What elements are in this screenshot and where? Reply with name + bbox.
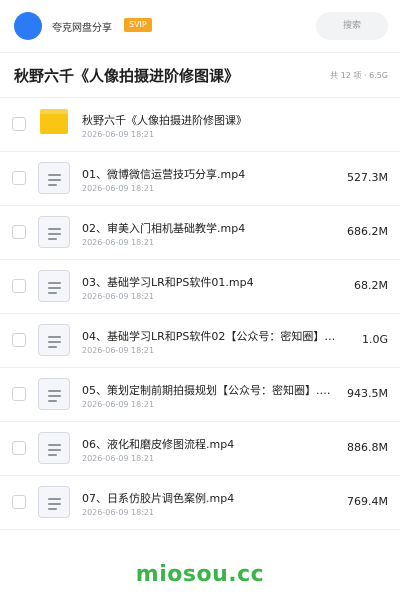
row-checkbox[interactable] xyxy=(12,171,26,185)
list-item[interactable]: 02、审美入门相机基础教学.mp4 2026-06-09 18:21 686.2… xyxy=(0,206,400,260)
row-checkbox[interactable] xyxy=(12,279,26,293)
list-item[interactable]: 06、液化和磨皮修图流程.mp4 2026-06-09 18:21 886.8M xyxy=(0,422,400,476)
file-date: 2026-06-09 18:21 xyxy=(82,454,155,463)
file-date: 2026-06-09 18:21 xyxy=(82,184,155,193)
folder-icon xyxy=(40,109,68,134)
app-name: 夸克网盘分享 xyxy=(52,23,112,34)
row-checkbox[interactable] xyxy=(12,117,26,131)
file-name: 秋野六千《人像拍摄进阶修图课》 xyxy=(82,114,247,127)
page-title: 秋野六千《人像拍摄进阶修图课》 xyxy=(14,67,240,85)
video-file-icon xyxy=(38,216,70,248)
file-name: 01、微博微信运营技巧分享.mp4 xyxy=(82,168,246,181)
site-watermark: miosou.cc xyxy=(135,562,265,587)
video-file-icon xyxy=(38,162,70,194)
file-date: 2026-06-09 18:21 xyxy=(82,130,155,139)
title-row: 秋野六千《人像拍摄进阶修图课》 共 12 项 · 6.5G xyxy=(0,53,400,97)
file-size: 527.3M xyxy=(347,171,388,184)
file-size: 886.8M xyxy=(347,441,388,454)
file-date: 2026-06-09 18:21 xyxy=(82,508,155,517)
file-list: 秋野六千《人像拍摄进阶修图课》 2026-06-09 18:21 01、微博微信… xyxy=(0,98,400,530)
list-item[interactable]: 秋野六千《人像拍摄进阶修图课》 2026-06-09 18:21 xyxy=(0,98,400,152)
file-name: 06、液化和磨皮修图流程.mp4 xyxy=(82,438,235,451)
file-size: 686.2M xyxy=(347,225,388,238)
file-name: 04、基础学习LR和PS软件02【公众号：密知圈】.mp4 xyxy=(82,330,338,343)
row-checkbox[interactable] xyxy=(12,441,26,455)
top-bar: 夸克网盘分享 SVIP 搜索 xyxy=(0,0,400,52)
file-size: 943.5M xyxy=(347,387,388,400)
svip-badge: SVIP xyxy=(124,18,152,32)
list-item[interactable]: 04、基础学习LR和PS软件02【公众号：密知圈】.mp4 2026-06-09… xyxy=(0,314,400,368)
item-count: 共 12 项 · 6.5G xyxy=(330,71,388,80)
row-checkbox[interactable] xyxy=(12,225,26,239)
file-date: 2026-06-09 18:21 xyxy=(82,400,155,409)
video-file-icon xyxy=(38,270,70,302)
file-date: 2026-06-09 18:21 xyxy=(82,346,155,355)
file-date: 2026-06-09 18:21 xyxy=(82,292,155,301)
search-button[interactable]: 搜索 xyxy=(316,12,388,40)
file-size: 769.4M xyxy=(347,495,388,508)
list-item[interactable]: 01、微博微信运营技巧分享.mp4 2026-06-09 18:21 527.3… xyxy=(0,152,400,206)
file-name: 03、基础学习LR和PS软件01.mp4 xyxy=(82,276,254,289)
row-checkbox[interactable] xyxy=(12,387,26,401)
video-file-icon xyxy=(38,378,70,410)
file-size: 1.0G xyxy=(361,333,388,346)
file-size: 68.2M xyxy=(354,279,388,292)
list-item[interactable]: 05、策划定制前期拍摄规划【公众号：密知圈】.mp4 2026-06-09 18… xyxy=(0,368,400,422)
row-checkbox[interactable] xyxy=(12,333,26,347)
avatar[interactable] xyxy=(14,12,42,40)
video-file-icon xyxy=(38,324,70,356)
row-checkbox[interactable] xyxy=(12,495,26,509)
video-file-icon xyxy=(38,486,70,518)
file-name: 07、日系仿胶片调色案例.mp4 xyxy=(82,492,235,505)
list-item[interactable]: 07、日系仿胶片调色案例.mp4 2026-06-09 18:21 769.4M xyxy=(0,476,400,530)
video-file-icon xyxy=(38,432,70,464)
file-name: 05、策划定制前期拍摄规划【公众号：密知圈】.mp4 xyxy=(82,384,338,397)
file-name: 02、审美入门相机基础教学.mp4 xyxy=(82,222,246,235)
list-item[interactable]: 03、基础学习LR和PS软件01.mp4 2026-06-09 18:21 68… xyxy=(0,260,400,314)
file-date: 2026-06-09 18:21 xyxy=(82,238,155,247)
